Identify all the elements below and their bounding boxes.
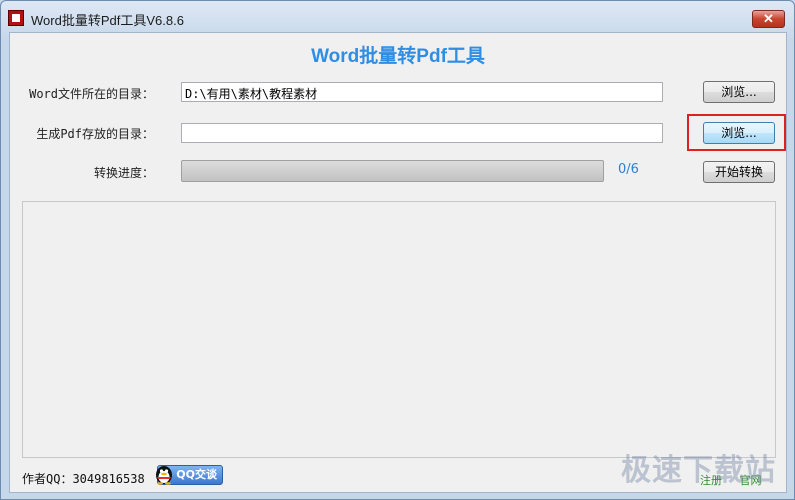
qq-penguin-icon: [156, 466, 172, 485]
app-window: Word批量转Pdf工具V6.8.6 ✕ Word批量转Pdf工具 Word文件…: [0, 0, 795, 500]
title-bar[interactable]: Word批量转Pdf工具V6.8.6 ✕: [1, 1, 794, 33]
qq-chat-button[interactable]: QQ交谈: [156, 465, 223, 485]
progress-count: 0/6: [618, 162, 639, 177]
author-qq: 作者QQ：3049816538: [22, 472, 145, 486]
close-button[interactable]: ✕: [752, 10, 785, 28]
annotation-highlight-box: [687, 114, 786, 151]
progress-label: 转换进度：: [93, 166, 154, 180]
window-title: Word批量转Pdf工具V6.8.6: [31, 13, 184, 28]
source-dir-input[interactable]: D:\有用\素材\教程素材: [181, 82, 663, 102]
output-dir-label: 生成Pdf存放的目录：: [36, 127, 154, 141]
source-dir-label: Word文件所在的目录：: [29, 87, 154, 101]
watermark: 极速下载站: [621, 453, 776, 488]
log-panel: [22, 201, 776, 458]
main-panel: Word批量转Pdf工具 Word文件所在的目录： D:\有用\素材\教程素材 …: [9, 32, 787, 493]
output-dir-input[interactable]: [181, 123, 663, 143]
source-browse-button[interactable]: 浏览...: [703, 81, 775, 103]
app-logo-icon: [8, 10, 24, 26]
start-convert-button[interactable]: 开始转换: [703, 161, 775, 183]
conversion-progress-bar: [181, 160, 604, 182]
qq-chat-label: QQ交谈: [176, 468, 217, 481]
page-title: Word批量转Pdf工具: [311, 46, 485, 67]
